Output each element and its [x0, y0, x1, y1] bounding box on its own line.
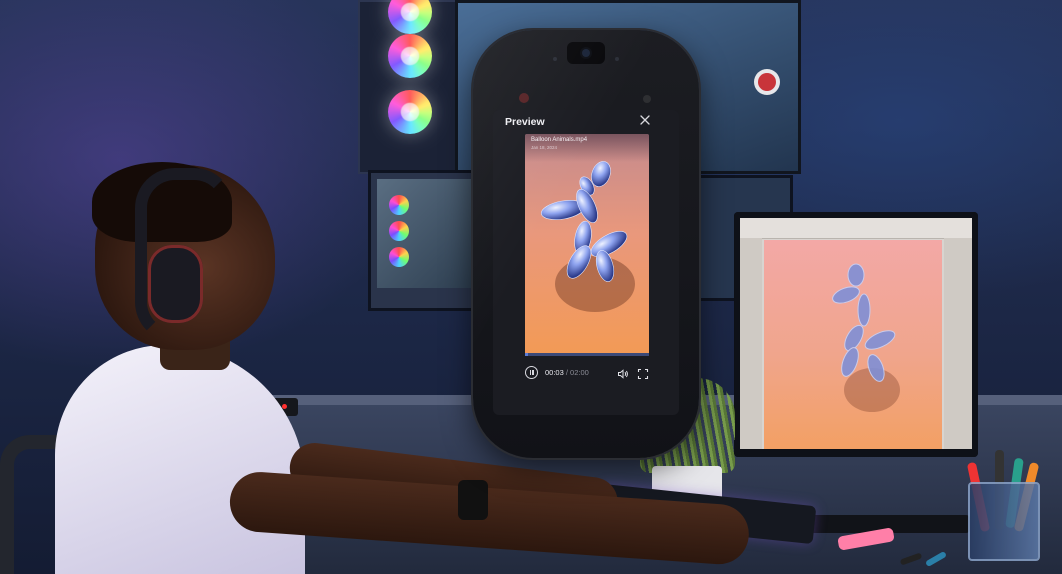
video-progress-bar[interactable] — [525, 353, 649, 356]
sensor-dot — [615, 57, 619, 61]
color-wheel-image — [388, 34, 432, 78]
device-frame: Preview Balloon Animals.mp4 Jan 18, 2024 — [473, 30, 699, 458]
pen-cup — [968, 482, 1040, 561]
color-wheel-image — [388, 90, 432, 134]
pause-button[interactable] — [525, 366, 538, 379]
person — [55, 345, 305, 574]
current-time: 00:03 — [545, 368, 564, 377]
fullscreen-icon — [637, 368, 649, 380]
background-monitor — [368, 170, 489, 311]
duration: 02:00 — [570, 368, 589, 377]
dialog-title: Preview — [505, 116, 545, 128]
fullscreen-button[interactable] — [637, 367, 649, 380]
balloon-animal-image — [540, 161, 635, 312]
editing-app-canvas — [764, 240, 942, 449]
headphones — [148, 245, 203, 323]
editing-monitor — [734, 212, 978, 457]
sensor-dot — [553, 57, 557, 61]
record-icon — [758, 73, 776, 91]
time-display: 00:03 / 02:00 — [545, 368, 589, 377]
close-icon — [640, 115, 650, 125]
menu-icon — [643, 95, 651, 103]
color-wheel-rack — [358, 0, 462, 174]
volume-icon — [618, 369, 628, 379]
editing-app-toolbar — [740, 218, 972, 239]
color-wheel-image — [388, 0, 432, 34]
editing-app-tool-panel — [740, 238, 762, 449]
video-player[interactable]: Balloon Animals.mp4 Jan 18, 2024 — [525, 134, 649, 356]
balloon-animal-image — [832, 263, 900, 412]
close-button[interactable] — [638, 114, 652, 128]
camera-notch — [567, 42, 605, 64]
app-logo-icon — [519, 93, 529, 103]
volume-button[interactable] — [617, 367, 629, 379]
editing-app-screen — [740, 218, 972, 449]
wristwatch — [458, 480, 488, 520]
video-controls: 00:03 / 02:00 — [525, 366, 649, 380]
video-progress-fill — [525, 353, 529, 356]
